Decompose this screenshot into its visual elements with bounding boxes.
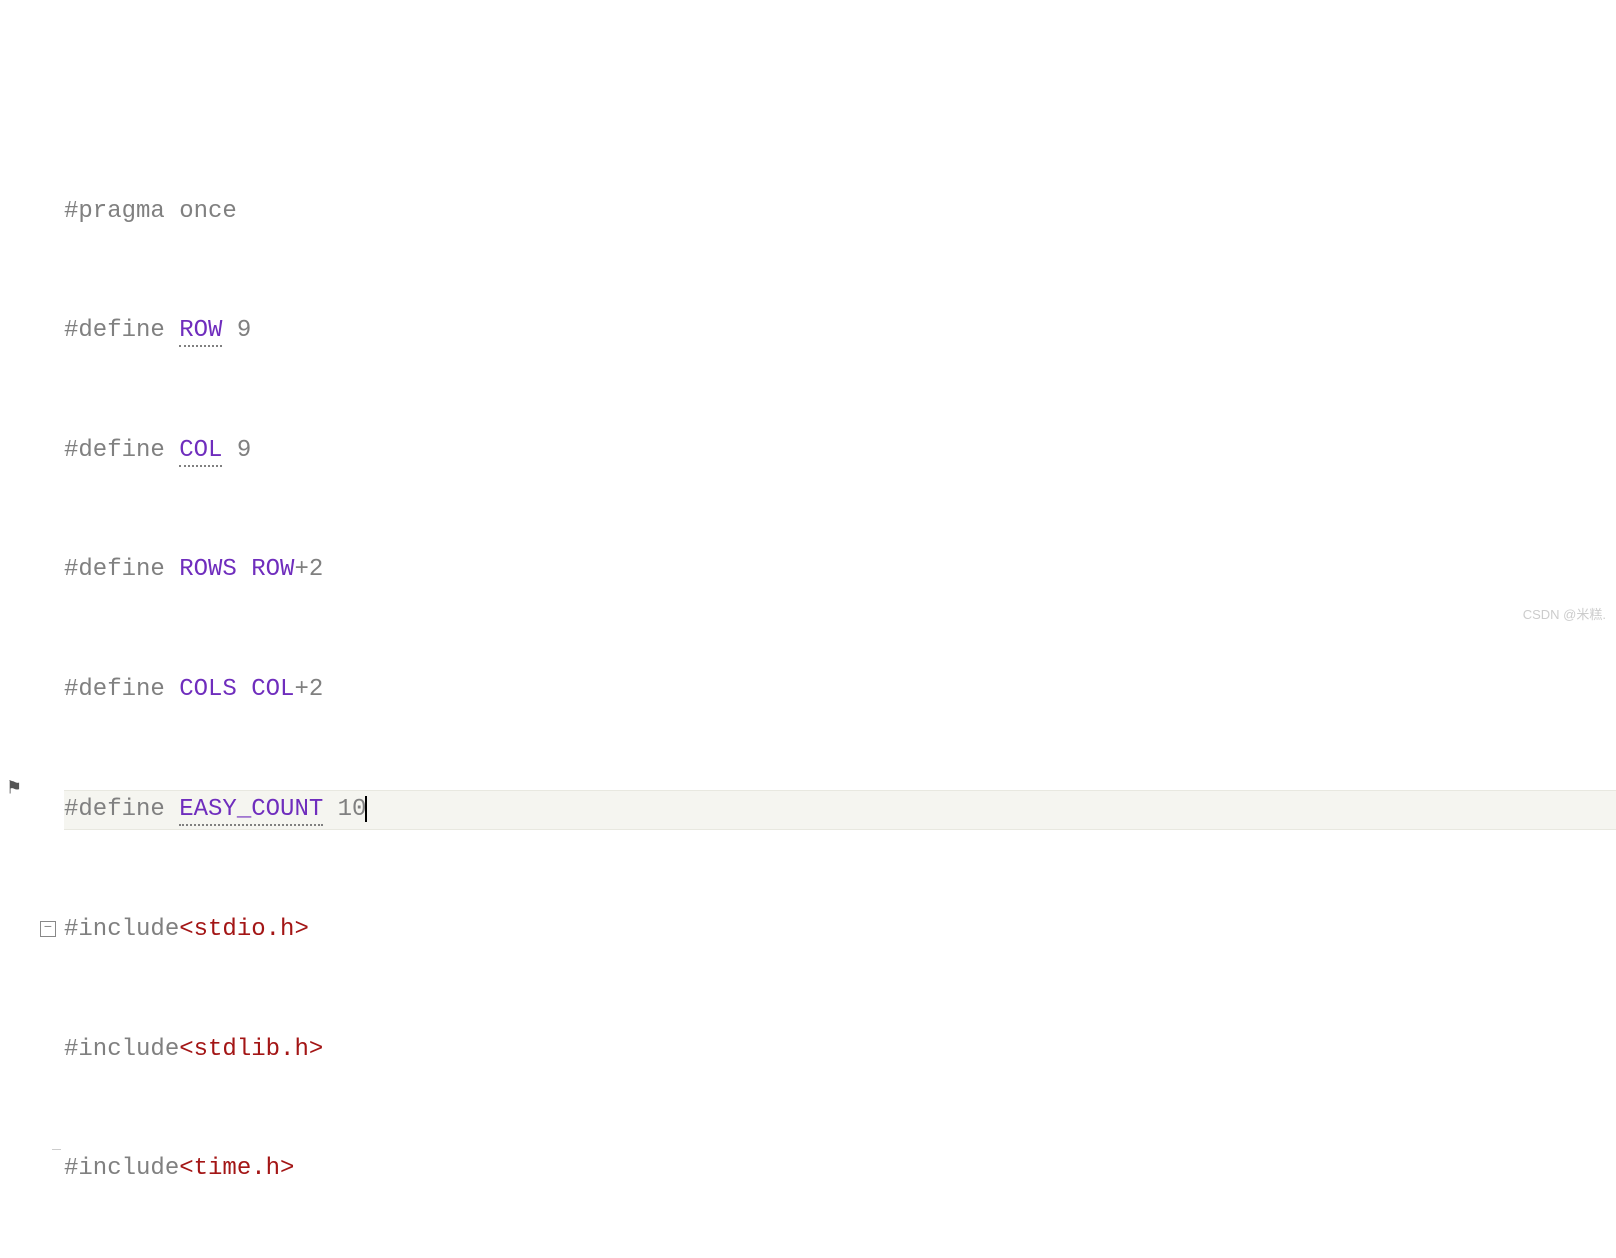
code-line: #pragma once: [0, 193, 1616, 231]
watermark: CSDN @米糕.: [1523, 604, 1606, 623]
fold-toggle-icon[interactable]: −: [40, 921, 56, 937]
code-line-current: ⚑ #define EASY_COUNT 10: [0, 790, 1616, 830]
code-line: #define COLS COL+2: [0, 671, 1616, 709]
flag-icon: ⚑: [6, 776, 22, 805]
include-header: <time.h>: [179, 1155, 294, 1182]
fold-guide-end: [52, 1149, 61, 1150]
macro-cols: COLS: [179, 676, 237, 703]
code-line: #include<time.h>: [0, 1150, 1616, 1188]
code-line: #define ROW 9: [0, 312, 1616, 350]
macro-easy-count: EASY_COUNT: [179, 796, 323, 826]
code-line: − #include<stdio.h>: [0, 911, 1616, 949]
macro-rows: ROWS: [179, 556, 237, 583]
pragma-directive: #pragma once: [64, 198, 237, 225]
code-editor: #pragma once #define ROW 9 #define COL 9…: [0, 108, 1616, 1258]
include-header: <stdio.h>: [179, 916, 309, 943]
macro-col: COL: [179, 437, 222, 467]
code-line: #define ROWS ROW+2: [0, 551, 1616, 589]
text-cursor: [365, 796, 367, 822]
include-header: <stdlib.h>: [179, 1036, 323, 1063]
macro-row: ROW: [179, 317, 222, 347]
code-line: #include<stdlib.h>: [0, 1031, 1616, 1069]
code-line: #define COL 9: [0, 432, 1616, 470]
